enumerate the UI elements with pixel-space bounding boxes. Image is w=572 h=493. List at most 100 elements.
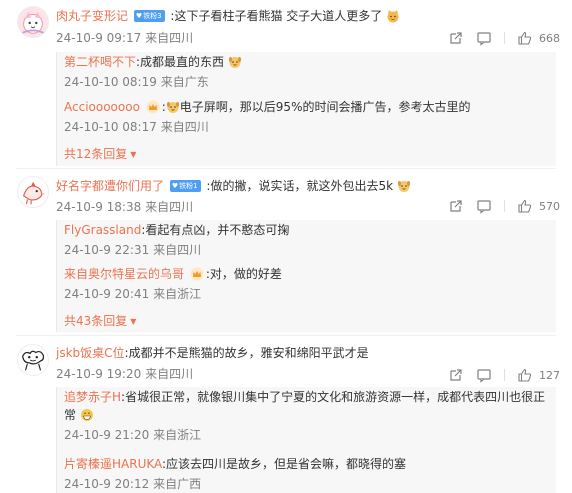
divider [504,32,505,44]
comment-icon[interactable] [476,198,492,214]
user-name[interactable]: jskb饭桌C位 [56,346,125,360]
reply-location: 来自广东 [160,75,209,89]
thumbs-up-icon[interactable] [517,30,533,46]
share-icon[interactable] [448,30,464,46]
reply-list: FlyGrassland:看起有点凶，并不憨态可掬 24-10-9 22:31 … [56,220,556,332]
reply-user-name[interactable]: 第二杯喝不下 [64,55,136,69]
reply-text: 电子屏啊，那以后95%的时间会播广告，参考太古里的 [179,100,471,114]
reply-date: 24-10-9 22:31 [64,243,150,257]
reply-location: 来自四川 [160,120,209,134]
comment-icon[interactable] [476,367,492,383]
user-name[interactable]: 好名字都遭你们用了 [56,179,164,193]
divider [16,335,556,336]
reply-body: 片寄榛遥HARUKA:应该去四川是故乡，但是省会嘛，都晓得的塞 [64,455,552,473]
share-icon[interactable] [448,198,464,214]
reply-meta: 24-10-9 21:20 来自浙江 [64,427,552,443]
reply-meta: 24-10-9 20:41 来自浙江 [64,286,552,302]
reply-text: :对，做的好差 [205,267,282,281]
comment-meta: 24-10-9 09:17 来自四川 [56,30,193,46]
reply-item: Acciooooooo : 电子屏啊，那以后95%的时间会播广告，参考太古里的 2… [64,98,552,135]
reply-text: :看起有点凶，并不憨态可掬 [141,223,290,237]
reply-location: 来自浙江 [153,428,202,442]
caret-down-icon: ▼ [130,150,137,159]
comment-actions: 668 [436,30,560,46]
reply-date: 24-10-10 08:17 [64,120,157,134]
dog-face-emoji [166,100,180,114]
comment-date: 24-10-9 18:38 [56,200,142,214]
comment-text: :做的撇，说实话，就这外包出去5k [206,179,394,193]
fan-badge[interactable]: ♥铁粉1 [169,179,201,192]
avatar[interactable] [17,344,49,376]
more-replies-link[interactable]: 共43条回复 ▼ [64,313,136,331]
reply-body: 第二杯喝不下:成都最直的东西 [64,53,552,71]
caret-down-icon: ▼ [130,317,137,326]
comment-date: 24-10-9 09:17 [56,31,142,45]
reply-meta: 24-10-10 08:17 来自四川 [64,119,552,135]
more-replies-link[interactable]: 共12条回复 ▼ [64,146,136,164]
reply-body: Acciooooooo : 电子屏啊，那以后95%的时间会播广告，参考太古里的 [64,100,471,114]
reply-item: 来自奥尔特星云的乌哥 :对，做的好差 24-10-9 20:41 来自浙江 [64,265,552,302]
reply-user-name[interactable]: 片寄榛遥HARUKA [64,457,162,471]
share-icon[interactable] [448,367,464,383]
comment-text: :成都并不是熊猫的故乡，雅安和绵阳平武才是 [124,346,369,360]
reply-body: FlyGrassland:看起有点凶，并不憨态可掬 [64,221,552,239]
reply-text: :成都最直的东西 [136,55,225,69]
comment-body: 好名字都遭你们用了 ♥铁粉1 :做的撇，说实话，就这外包出去5k [56,177,411,195]
fan-badge-label: 铁粉1 [179,181,198,190]
comment-meta: 24-10-9 18:38 来自四川 [56,199,193,215]
reply-body: 来自奥尔特星云的乌哥 :对，做的好差 [64,265,552,283]
fan-badge-label: 铁粉3 [143,11,162,20]
reply-body: 追梦赤子H:省城很正常，就像银川集中了宁夏的文化和旅游资源一样，成都代表四川也很… [64,388,554,424]
like-count: 570 [539,199,560,213]
reply-item: 追梦赤子H:省城很正常，就像银川集中了宁夏的文化和旅游资源一样，成都代表四川也很… [64,388,552,443]
reply-item: 第二杯喝不下:成都最直的东西 24-10-10 08:19 来自广东 [64,53,552,90]
reply-meta: 24-10-9 20:12 来自广西 [64,476,552,492]
more-replies-label: 共43条回复 [64,314,128,328]
reply-date: 24-10-9 21:20 [64,428,150,442]
heart-icon: ♥ [171,181,179,190]
crown-badge-icon [190,267,204,281]
divider [16,168,556,169]
cat-face-emoji [386,9,400,23]
reply-date: 24-10-10 08:19 [64,75,157,89]
reply-user-name[interactable]: 来自奥尔特星云的乌哥 [64,267,184,281]
more-replies-label: 共12条回复 [64,147,128,161]
comment-location: 来自四川 [145,31,194,45]
like-count: 668 [539,31,560,45]
comment-icon[interactable] [476,30,492,46]
comment-actions: 127 [436,367,560,383]
reply-location: 来自广西 [153,477,202,491]
comment-location: 来自四川 [145,367,194,381]
reply-date: 24-10-9 20:41 [64,287,150,301]
like-count: 127 [539,368,560,382]
comment-body: jskb饭桌C位:成都并不是熊猫的故乡，雅安和绵阳平武才是 [56,344,369,362]
divider [504,200,505,212]
reply-location: 来自浙江 [153,287,202,301]
fan-badge[interactable]: ♥铁粉3 [133,9,165,22]
heart-icon: ♥ [135,11,143,20]
user-name[interactable]: 肉丸子变形记 [56,9,128,23]
reply-user-name[interactable]: FlyGrassland [64,223,141,237]
dog-face-emoji [228,55,242,69]
comment-body: 肉丸子变形记 ♥铁粉3 :这下子看柱子看熊猫 交子大道人更多了 [56,7,400,25]
avatar[interactable] [17,6,49,38]
avatar[interactable] [17,176,49,208]
reply-item: 片寄榛遥HARUKA:应该去四川是故乡，但是省会嘛，都晓得的塞 24-10-9 … [64,455,552,492]
reply-location: 来自四川 [153,243,202,257]
grin-emoji [80,408,94,422]
crown-badge-icon [146,100,160,114]
comment-meta: 24-10-9 19:20 来自四川 [56,366,193,382]
reply-list: 追梦赤子H:省城很正常，就像银川集中了宁夏的文化和旅游资源一样，成都代表四川也很… [56,387,556,493]
reply-text: :应该去四川是故乡，但是省会嘛，都晓得的塞 [162,457,407,471]
dog-face-emoji [397,179,411,193]
thumbs-up-icon[interactable] [517,198,533,214]
thumbs-up-icon[interactable] [517,367,533,383]
reply-meta: 24-10-10 08:19 来自广东 [64,74,552,90]
reply-user-name[interactable]: Acciooooooo [64,100,140,114]
reply-text: :省城很正常，就像银川集中了宁夏的文化和旅游资源一样，成都代表四川也很正常 [64,390,546,422]
comment-location: 来自四川 [145,200,194,214]
reply-user-name[interactable]: 追梦赤子H [64,390,121,404]
comment-actions: 570 [436,198,560,214]
reply-list: 第二杯喝不下:成都最直的东西 24-10-10 08:19 来自广东 Accio… [56,52,556,166]
reply-date: 24-10-9 20:12 [64,477,150,491]
